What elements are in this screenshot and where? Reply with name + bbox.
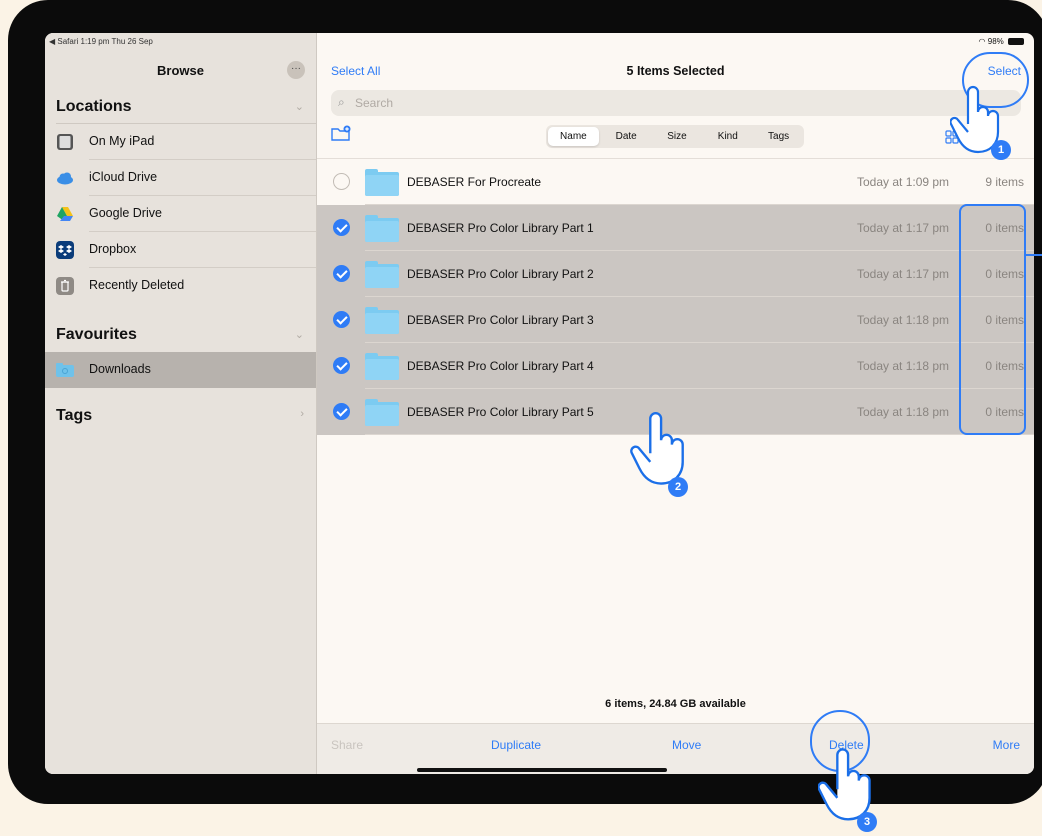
file-row[interactable]: DEBASER Pro Color Library Part 3 Today at… [317, 297, 1034, 343]
icloud-icon [56, 169, 74, 187]
file-date: Today at 1:17 pm [857, 221, 950, 235]
pointer-line [1026, 254, 1042, 256]
battery-icon [1008, 38, 1024, 46]
duplicate-button[interactable]: Duplicate [491, 738, 541, 752]
divider [365, 434, 1034, 435]
sidebar-item-label: Dropbox [89, 242, 137, 256]
battery-percent: 98% [987, 37, 1004, 46]
ipad-icon [56, 133, 74, 151]
file-date: Today at 1:09 pm [857, 175, 950, 189]
sidebar-item-dropbox[interactable]: Dropbox [45, 232, 316, 268]
sidebar-item-google-drive[interactable]: Google Drive [45, 196, 316, 232]
share-button[interactable]: Share [331, 738, 363, 752]
search-field[interactable]: ⌕ Search [331, 90, 1021, 116]
selection-checkbox[interactable] [333, 219, 350, 236]
trash-icon [56, 277, 74, 295]
chevron-down-icon[interactable]: ⌄ [295, 328, 304, 341]
selection-checkbox[interactable] [333, 403, 350, 420]
tags-header[interactable]: Tags [56, 407, 92, 425]
sidebar-title: Browse [157, 63, 204, 78]
highlight-count-column [959, 204, 1026, 435]
chevron-right-icon[interactable]: › [300, 408, 304, 420]
folder-icon [365, 399, 399, 426]
file-name: DEBASER Pro Color Library Part 2 [407, 267, 594, 281]
folder-icon [365, 307, 399, 334]
sidebar-item-label: Recently Deleted [89, 278, 185, 292]
step-badge-2: 2 [668, 477, 688, 497]
more-button[interactable]: More [993, 738, 1020, 752]
chevron-down-icon[interactable]: ⌄ [295, 100, 304, 113]
sort-segmented-control: Name Date Size Kind Tags [546, 125, 804, 148]
status-bar-left: ◀ Safari 1:19 pm Thu 26 Sep [49, 37, 153, 46]
new-folder-icon[interactable] [331, 125, 351, 141]
file-name: DEBASER Pro Color Library Part 5 [407, 405, 594, 419]
sidebar-item-on-my-ipad[interactable]: On My iPad [45, 124, 316, 160]
locations-header[interactable]: Locations [56, 98, 132, 116]
selection-checkbox[interactable] [333, 311, 350, 328]
sort-name[interactable]: Name [548, 127, 599, 146]
sidebar-item-recently-deleted[interactable]: Recently Deleted [45, 268, 316, 304]
folder-icon [365, 169, 399, 196]
downloads-folder-icon [56, 361, 74, 379]
sidebar: ◀ Safari 1:19 pm Thu 26 Sep Browse ··· L… [45, 33, 317, 774]
sort-date[interactable]: Date [601, 127, 652, 146]
search-placeholder[interactable]: Search [355, 96, 393, 110]
file-date: Today at 1:18 pm [857, 313, 950, 327]
selection-checkbox[interactable] [333, 173, 350, 190]
page-title: 5 Items Selected [626, 64, 725, 78]
sidebar-item-label: iCloud Drive [89, 170, 158, 184]
dropbox-icon [56, 241, 74, 259]
file-date: Today at 1:18 pm [857, 405, 950, 419]
file-row[interactable]: DEBASER Pro Color Library Part 4 Today at… [317, 343, 1034, 389]
sidebar-item-downloads[interactable]: Downloads [45, 352, 316, 388]
ipad-frame: ◀ Safari 1:19 pm Thu 26 Sep Browse ··· L… [8, 0, 1042, 804]
storage-info: 6 items, 24.84 GB available [605, 698, 746, 710]
google-drive-icon [56, 205, 74, 223]
folder-icon [365, 353, 399, 380]
status-bar-right: ◠ 98% [979, 37, 1024, 46]
sidebar-item-label: On My iPad [89, 134, 155, 148]
file-name: DEBASER Pro Color Library Part 1 [407, 221, 594, 235]
file-row[interactable]: DEBASER Pro Color Library Part 1 Today at… [317, 205, 1034, 251]
step-badge-1: 1 [991, 140, 1011, 160]
sidebar-item-icloud-drive[interactable]: iCloud Drive [45, 160, 316, 196]
more-options-button[interactable]: ··· [287, 61, 305, 79]
sort-size[interactable]: Size [652, 127, 703, 146]
sidebar-item-label: Downloads [89, 362, 151, 376]
home-indicator [417, 768, 667, 772]
favourites-header[interactable]: Favourites [56, 326, 137, 344]
file-browser: ◠ 98% Select All 5 Items Selected Select… [317, 33, 1034, 774]
file-name: DEBASER Pro Color Library Part 4 [407, 359, 594, 373]
bottom-toolbar: Share Duplicate Move Delete More [317, 723, 1034, 774]
screen: ◀ Safari 1:19 pm Thu 26 Sep Browse ··· L… [45, 33, 1034, 774]
file-date: Today at 1:17 pm [857, 267, 950, 281]
file-name: DEBASER Pro Color Library Part 3 [407, 313, 594, 327]
step-badge-3: 3 [857, 812, 877, 832]
folder-icon [365, 261, 399, 288]
move-button[interactable]: Move [672, 738, 701, 752]
file-row[interactable]: DEBASER For Procreate Today at 1:09 pm 9 i… [317, 159, 1034, 205]
sidebar-item-label: Google Drive [89, 206, 162, 220]
file-item-count: 9 items [985, 175, 1024, 189]
selection-checkbox[interactable] [333, 357, 350, 374]
sort-kind[interactable]: Kind [702, 127, 753, 146]
file-name: DEBASER For Procreate [407, 175, 542, 189]
wifi-icon: ◠ [978, 37, 986, 46]
selection-checkbox[interactable] [333, 265, 350, 282]
folder-icon [365, 215, 399, 242]
search-icon: ⌕ [338, 95, 345, 109]
file-row[interactable]: DEBASER Pro Color Library Part 2 Today at… [317, 251, 1034, 297]
sort-tags[interactable]: Tags [753, 127, 804, 146]
file-date: Today at 1:18 pm [857, 359, 950, 373]
